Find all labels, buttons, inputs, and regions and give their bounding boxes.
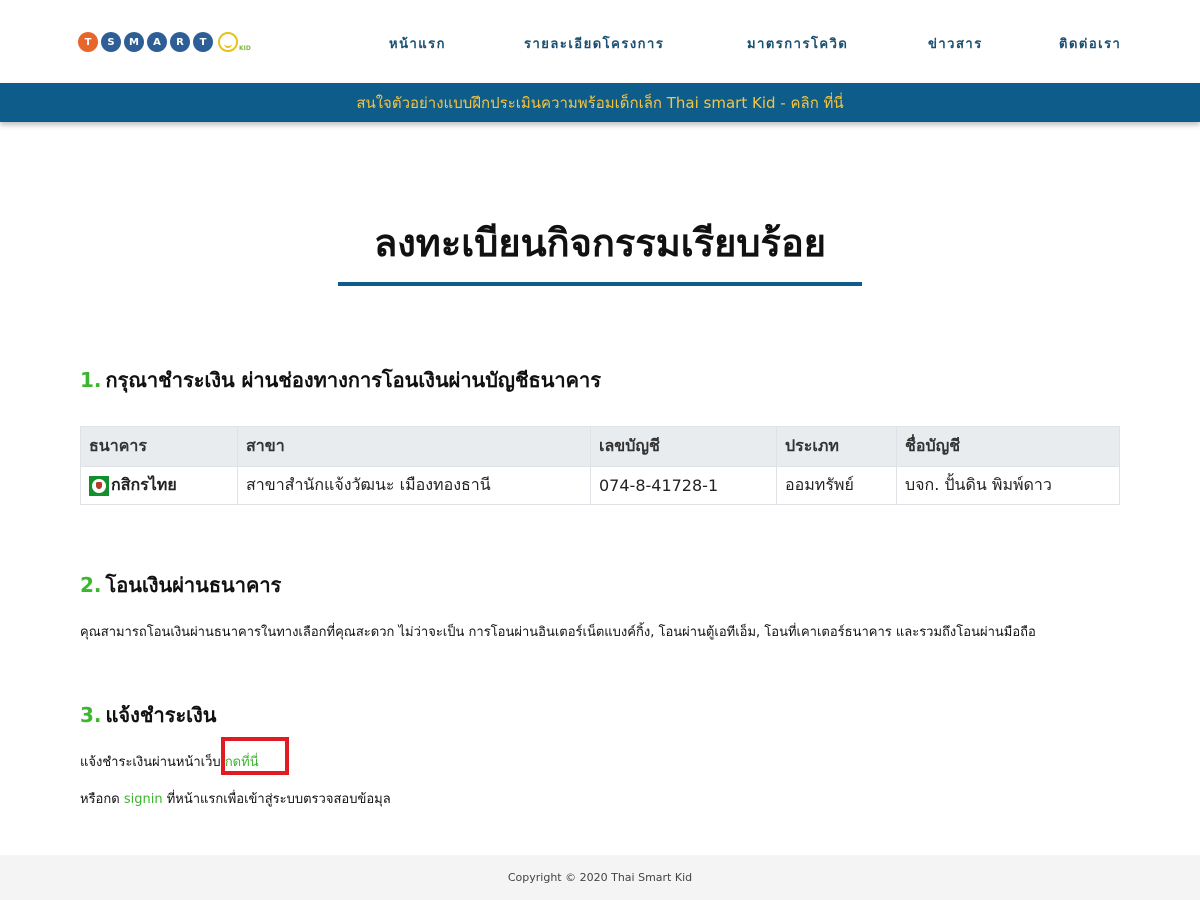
column-header: ประเภท — [776, 426, 897, 467]
account-number-cell: 074-8-41728-1 — [590, 466, 777, 505]
signin-suffix: ที่หน้าแรกเพื่อเข้าสู่ระบบตรวจสอบข้อมุล — [166, 792, 391, 807]
account-type-cell: ออมทรัพย์ — [776, 466, 897, 505]
title-underline — [338, 282, 862, 286]
signin-line: หรือกด signin ที่หน้าแรกเพื่อเข้าสู่ระบบ… — [80, 788, 391, 809]
bank-cell: กสิกรไทย — [80, 466, 238, 505]
table-header-row: ธนาคาร สาขา เลขบัญชี ประเภท ชื่อบัญชี — [80, 426, 1120, 467]
promo-link[interactable]: สนใจตัวอย่างแบบฝึกประเมินความพร้อมเด็กเล… — [356, 91, 843, 115]
branch-cell: สาขาสำนักแจ้งวัฒนะ เมืองทองธานี — [237, 466, 591, 505]
column-header: สาขา — [237, 426, 591, 467]
section-heading-text: โอนเงินผ่านธนาคาร — [105, 573, 282, 597]
payment-notify-text: แจ้งชำระเงินผ่านหน้าเว็บ — [80, 755, 221, 770]
section-number: 2. — [80, 573, 102, 597]
section-number: 1. — [80, 368, 102, 392]
section-2-heading: 2. โอนเงินผ่านธนาคาร — [80, 569, 281, 601]
bank-name: กสิกรไทย — [111, 475, 177, 494]
site-header: T S M A R T KID หน้าแรก รายละเอียดโครงกา… — [0, 0, 1200, 83]
section-heading-text: แจ้งชำระเงิน — [105, 703, 217, 727]
column-header: ชื่อบัญชี — [896, 426, 1120, 467]
page-title: ลงทะเบียนกิจกรรมเรียบร้อย — [373, 221, 827, 265]
signin-prefix: หรือกด — [80, 792, 120, 807]
copyright-text: Copyright © 2020 Thai Smart Kid — [507, 871, 693, 884]
section-heading-text: กรุณาชำระเงิน ผ่านช่องทางการโอนเงินผ่านบ… — [105, 368, 602, 392]
promo-bar: สนใจตัวอย่างแบบฝึกประเมินความพร้อมเด็กเล… — [0, 83, 1200, 122]
section-1-heading: 1. กรุณาชำระเงิน ผ่านช่องทางการโอนเงินผ่า… — [80, 364, 601, 396]
nav-item-project-details[interactable]: รายละเอียดโครงการ — [524, 33, 664, 54]
site-footer: Copyright © 2020 Thai Smart Kid — [0, 855, 1200, 900]
bank-account-table: ธนาคาร สาขา เลขบัญชี ประเภท ชื่อบัญชี กส… — [80, 426, 1120, 505]
main-nav: หน้าแรก รายละเอียดโครงการ มาตรการโควิด ข… — [0, 33, 1200, 54]
signin-link[interactable]: signin — [124, 792, 163, 807]
table-row: กสิกรไทย สาขาสำนักแจ้งวัฒนะ เมืองทองธานี… — [80, 466, 1120, 505]
section-number: 3. — [80, 703, 102, 727]
nav-item-home[interactable]: หน้าแรก — [389, 33, 446, 54]
column-header: ธนาคาร — [80, 426, 238, 467]
nav-item-covid-measures[interactable]: มาตรการโควิด — [747, 33, 848, 54]
transfer-instructions: คุณสามารถโอนเงินผ่านธนาคารในทางเลือกที่ค… — [80, 625, 1036, 640]
column-header: เลขบัญชี — [590, 426, 777, 467]
nav-item-contact[interactable]: ติดต่อเรา — [1059, 33, 1121, 54]
section-3-heading: 3. แจ้งชำระเงิน — [80, 699, 216, 731]
kasikorn-bank-icon — [89, 475, 109, 496]
account-name-cell: บจก. ปั้นดิน พิมพ์ดาว — [896, 466, 1120, 505]
highlight-box — [221, 737, 289, 775]
nav-item-news[interactable]: ข่าวสาร — [928, 33, 983, 54]
